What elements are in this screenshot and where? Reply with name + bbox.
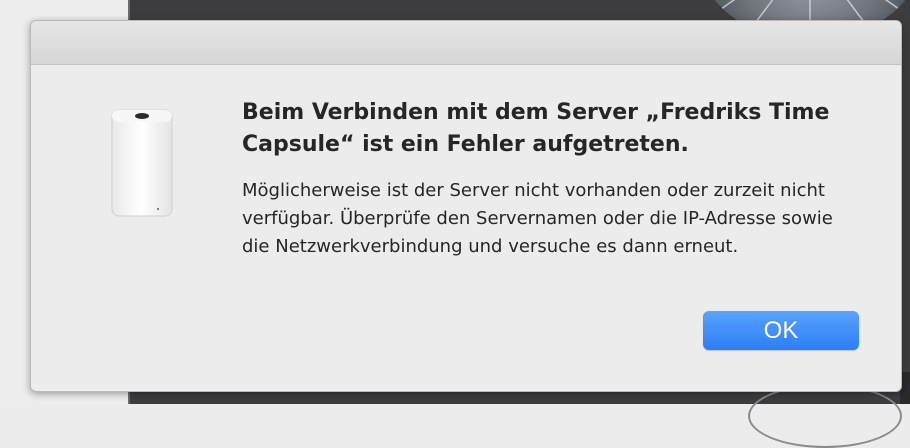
time-capsule-device-icon	[111, 109, 173, 217]
error-dialog: Beim Verbinden mit dem Server „Fredriks …	[30, 20, 902, 392]
dialog-titlebar	[31, 21, 901, 65]
ok-button[interactable]: OK	[703, 311, 859, 350]
background-arc-shape	[748, 384, 902, 448]
dialog-message: Möglicherweise ist der Server nicht vorh…	[242, 180, 833, 257]
dialog-title: Beim Verbinden mit dem Server „Fredriks …	[242, 100, 830, 157]
